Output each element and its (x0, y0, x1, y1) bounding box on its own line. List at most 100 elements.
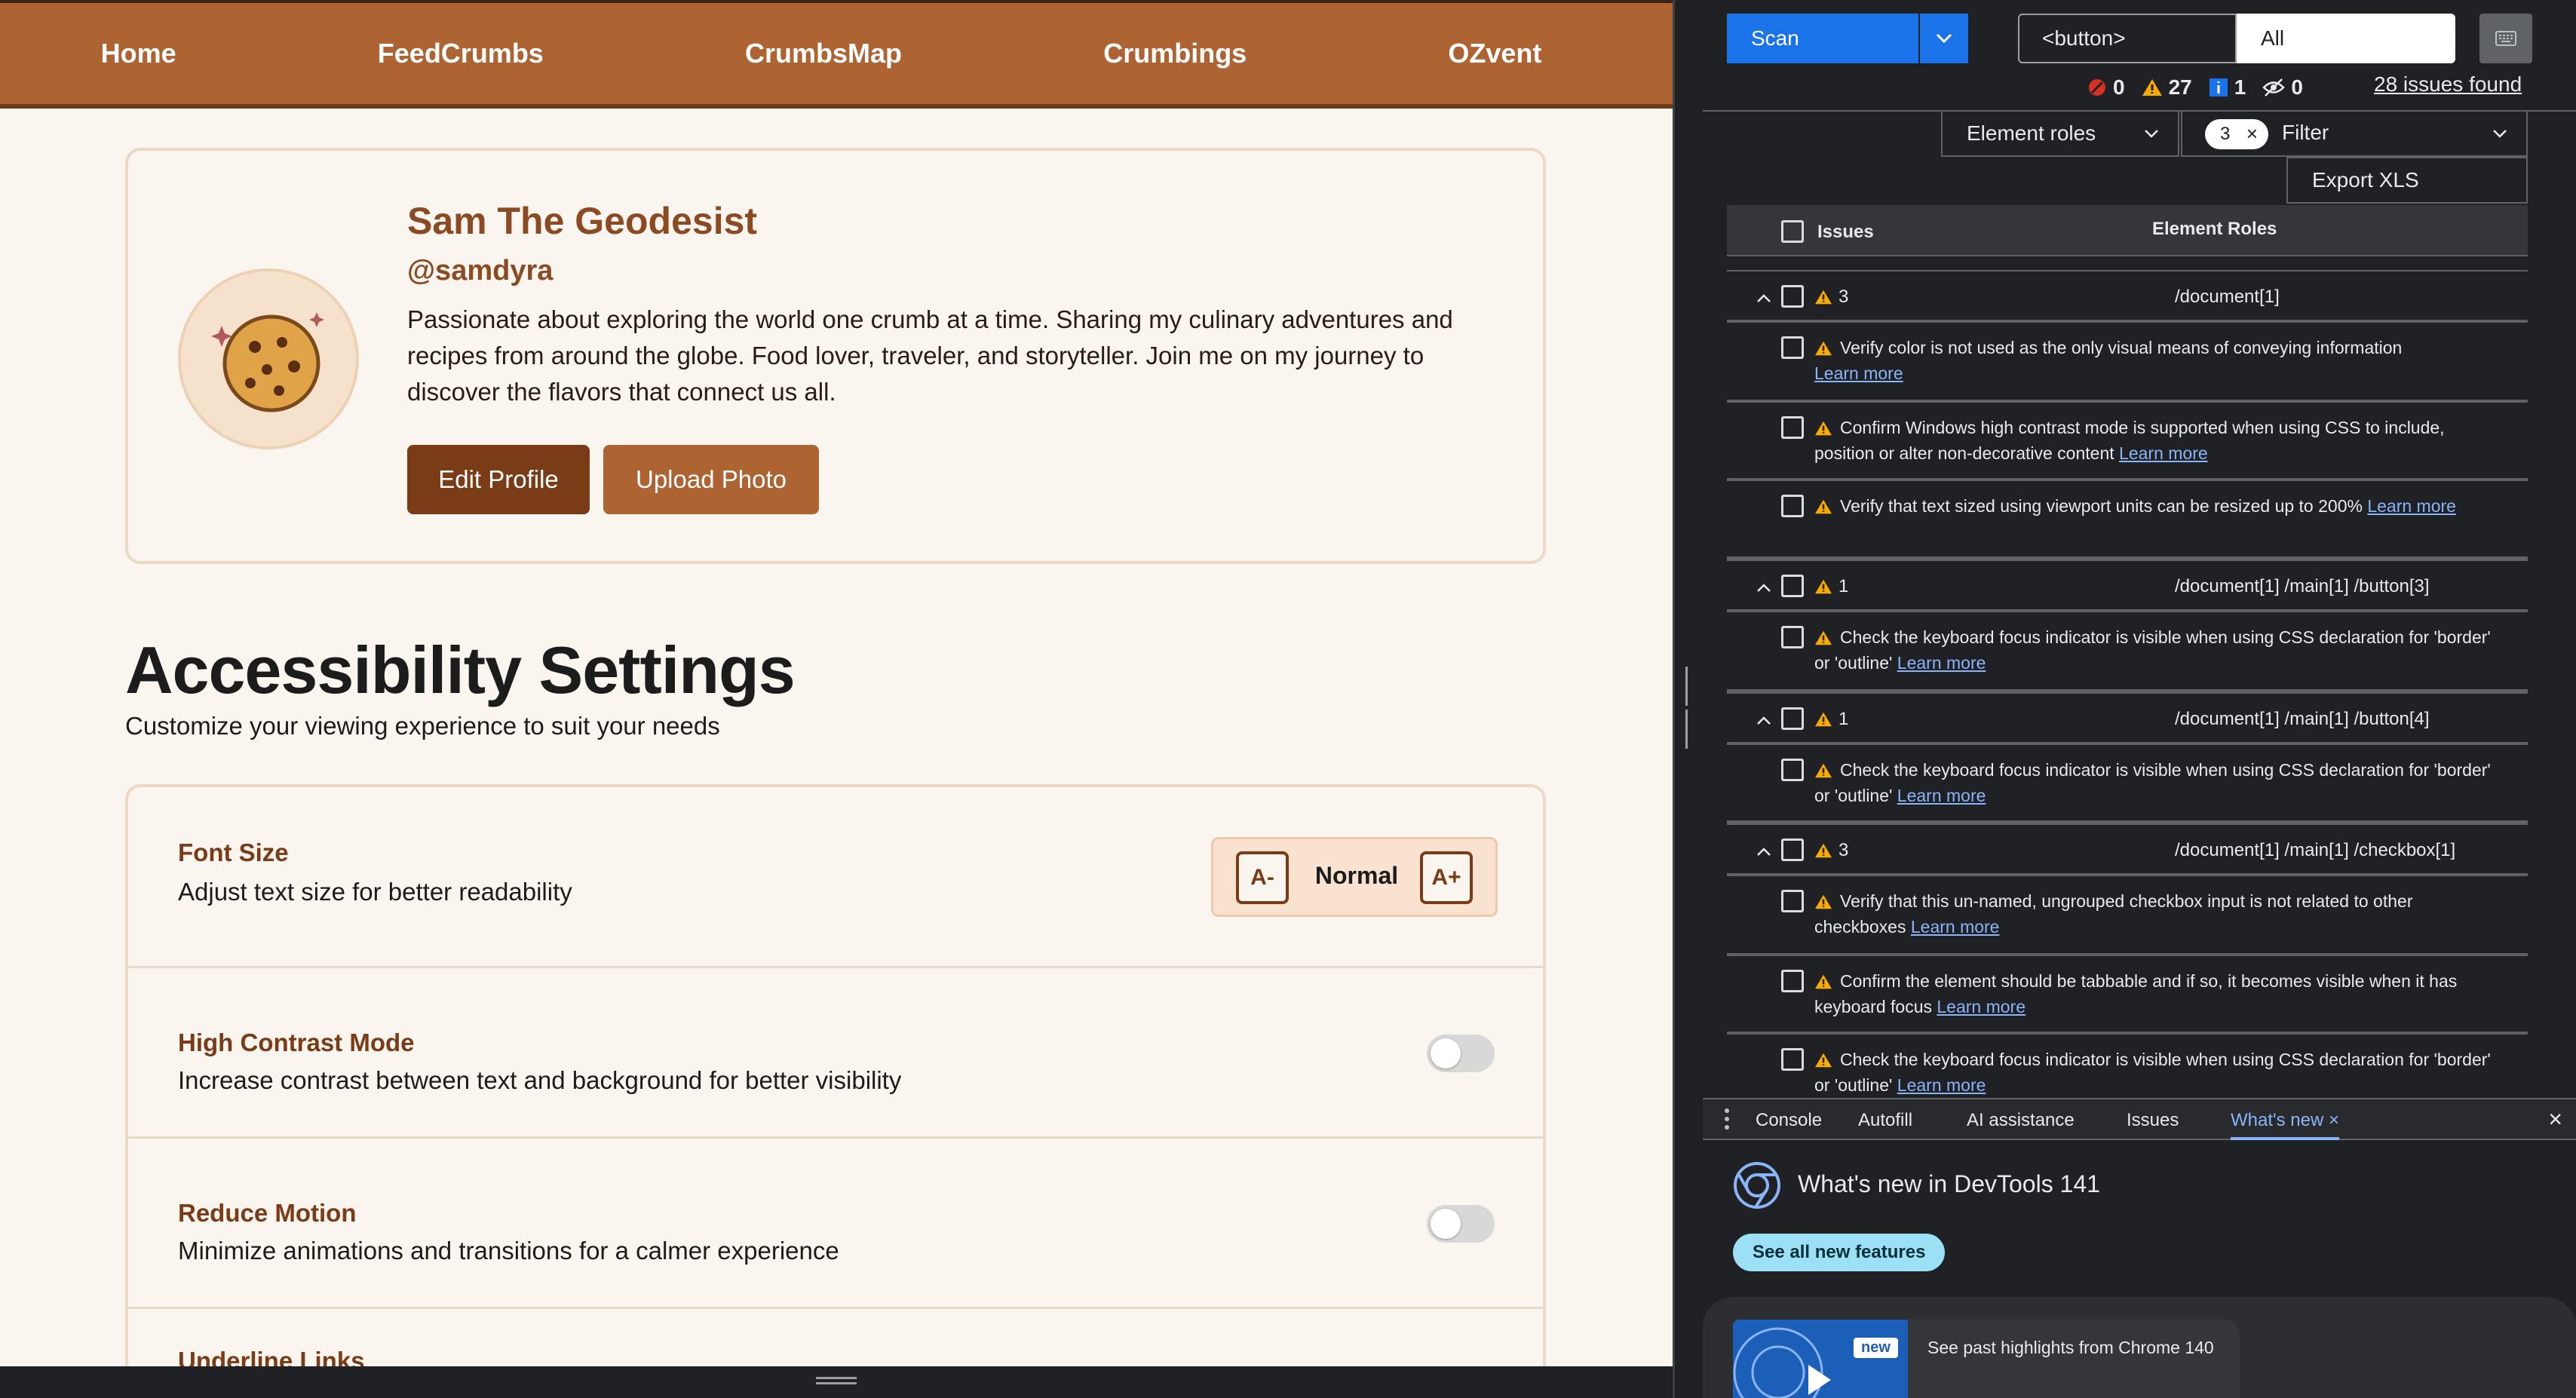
panel-splitter[interactable] (1673, 0, 1703, 1398)
issue-group-row[interactable]: 1 /document[1] /main[1] /button[3] (1727, 560, 2528, 612)
element-selector-input[interactable] (2018, 14, 2237, 63)
more-options-icon[interactable] (1722, 1107, 1731, 1131)
profile-card: Sam The Geodesist @samdyra Passionate ab… (125, 148, 1546, 564)
issue-checkbox[interactable] (1781, 416, 1804, 439)
chevron-up-icon[interactable] (1756, 709, 1772, 731)
drawer-tab-bar: Console Autofill AI assistance Issues Wh… (1703, 1098, 2576, 1140)
element-role-path: /document[1] /main[1] /button[4] (2175, 709, 2430, 729)
issue-checkbox[interactable] (1781, 759, 1804, 781)
warning-icon (1815, 894, 1832, 909)
warning-icon (1815, 843, 1832, 858)
issue-group-row[interactable]: 3 /document[1] (1727, 270, 2528, 323)
issue-checkbox[interactable] (1781, 626, 1804, 648)
high-contrast-toggle[interactable] (1427, 1035, 1495, 1072)
chevron-up-icon[interactable] (1756, 840, 1772, 863)
issue-row[interactable]: Verify that this un-named, ungrouped che… (1727, 876, 2528, 956)
learn-more-link[interactable]: Learn more (1937, 997, 2026, 1016)
hidden-count: 0 (2262, 75, 2303, 100)
splitter-grip-icon[interactable] (1685, 667, 1693, 749)
export-xls-button[interactable]: Export XLS (2286, 157, 2528, 204)
tab-ai-assistance[interactable]: AI assistance (1967, 1110, 2075, 1131)
issue-group-row[interactable]: 1 /document[1] /main[1] /button[4] (1727, 692, 2528, 745)
setting-title: High Contrast Mode (178, 1029, 415, 1056)
issue-row[interactable]: Verify color is not used as the only vis… (1727, 323, 2528, 403)
element-roles-select[interactable]: Element roles (1941, 110, 2179, 157)
highlights-card[interactable]: new See past highlights from Chrome 140 (1703, 1297, 2576, 1398)
see-all-features-button[interactable]: See all new features (1733, 1234, 1946, 1271)
issue-checkbox[interactable] (1781, 336, 1804, 359)
scan-button[interactable]: Scan (1727, 14, 1918, 63)
increase-font-button[interactable]: A+ (1420, 851, 1473, 904)
warning-icon (1815, 499, 1832, 514)
filter-select[interactable]: 3 × Filter (2181, 110, 2528, 157)
filter-chip-count: 3 (2220, 124, 2231, 144)
close-icon[interactable]: × (2329, 1110, 2339, 1130)
chevron-up-icon[interactable] (1756, 287, 1772, 309)
element-role-path: /document[1] /main[1] /button[3] (2175, 576, 2430, 596)
scope-select[interactable]: All (2237, 14, 2455, 63)
decrease-font-button[interactable]: A- (1236, 851, 1289, 904)
column-header-element-roles[interactable]: Element Roles (2152, 219, 2277, 240)
filter-chip[interactable]: 3 × (2205, 119, 2268, 149)
drag-handle-icon[interactable] (816, 1377, 857, 1387)
tab-autofill[interactable]: Autofill (1858, 1110, 1912, 1131)
issue-row[interactable]: Check the keyboard focus indicator is vi… (1727, 612, 2528, 692)
issues-found-link[interactable]: 28 issues found (2374, 72, 2522, 97)
tab-console[interactable]: Console (1756, 1110, 1822, 1131)
nav-crumbsmap-link[interactable]: CrumbsMap (745, 38, 902, 69)
issue-group-row[interactable]: 3 /document[1] /main[1] /checkbox[1] (1727, 823, 2528, 876)
issue-row[interactable]: Verify that text sized using viewport un… (1727, 481, 2528, 560)
font-size-controls: A- Normal A+ (1211, 837, 1498, 917)
issue-checkbox[interactable] (1781, 1048, 1804, 1071)
element-role-path: /document[1] (2175, 287, 2280, 307)
new-badge: new (1854, 1338, 1898, 1358)
group-checkbox[interactable] (1781, 285, 1804, 308)
nav-feedcrumbs-link[interactable]: FeedCrumbs (378, 38, 544, 69)
issue-row[interactable]: Check the keyboard focus indicator is vi… (1727, 745, 2528, 823)
learn-more-link[interactable]: Learn more (2367, 496, 2456, 516)
setting-title: Font Size (178, 838, 289, 866)
chevron-up-icon[interactable] (1756, 576, 1772, 599)
accessibility-settings-subtitle: Customize your viewing experience to sui… (125, 712, 720, 740)
viewport-bottom-bar (0, 1366, 1673, 1398)
nav-home-link[interactable]: Home (101, 38, 176, 69)
profile-bio: Passionate about exploring the world one… (407, 305, 1453, 406)
tab-issues[interactable]: Issues (2127, 1110, 2179, 1131)
close-icon[interactable]: × (2246, 122, 2258, 146)
nav-ozvent-link[interactable]: OZvent (1448, 38, 1541, 69)
edit-profile-button[interactable]: Edit Profile (407, 445, 590, 514)
issue-row[interactable]: Confirm the element should be tabbable a… (1727, 956, 2528, 1035)
setting-description: Adjust text size for better readability (178, 878, 572, 906)
group-checkbox[interactable] (1781, 707, 1804, 730)
warning-icon (1815, 579, 1832, 594)
group-checkbox[interactable] (1781, 838, 1804, 861)
learn-more-link[interactable]: Learn more (2119, 443, 2208, 463)
select-all-checkbox[interactable] (1781, 220, 1804, 243)
tab-whats-new[interactable]: What's new × (2231, 1110, 2339, 1140)
chrome-devtools-icon (1734, 1162, 1780, 1209)
learn-more-link[interactable]: Learn more (1897, 653, 1986, 673)
setting-description: Minimize animations and transitions for … (178, 1237, 839, 1265)
issue-checkbox[interactable] (1781, 970, 1804, 992)
setting-title: Underline Links (178, 1347, 365, 1366)
nav-crumbings-link[interactable]: Crumbings (1103, 38, 1247, 69)
close-icon[interactable]: × (2548, 1105, 2562, 1133)
scan-options-dropdown[interactable] (1920, 14, 1968, 63)
issue-row[interactable]: Check the keyboard focus indicator is vi… (1727, 1035, 2528, 1098)
learn-more-link[interactable]: Learn more (1814, 363, 1903, 383)
group-checkbox[interactable] (1781, 575, 1804, 597)
learn-more-link[interactable]: Learn more (1911, 917, 2000, 937)
whats-new-title: What's new in DevTools 141 (1798, 1170, 2100, 1197)
column-header-issues[interactable]: Issues (1817, 222, 1874, 243)
learn-more-link[interactable]: Learn more (1897, 1075, 1986, 1095)
reduce-motion-toggle[interactable] (1427, 1205, 1495, 1243)
issue-row[interactable]: Confirm Windows high contrast mode is su… (1727, 403, 2528, 481)
issue-checkbox[interactable] (1781, 890, 1804, 912)
issue-checkbox[interactable] (1781, 495, 1804, 517)
element-roles-label: Element roles (1967, 121, 2096, 145)
keyboard-icon[interactable] (2479, 14, 2532, 63)
learn-more-link[interactable]: Learn more (1897, 786, 1986, 805)
upload-photo-button[interactable]: Upload Photo (603, 445, 819, 514)
warning-icon (1815, 1053, 1832, 1068)
cookie-icon (211, 312, 324, 412)
